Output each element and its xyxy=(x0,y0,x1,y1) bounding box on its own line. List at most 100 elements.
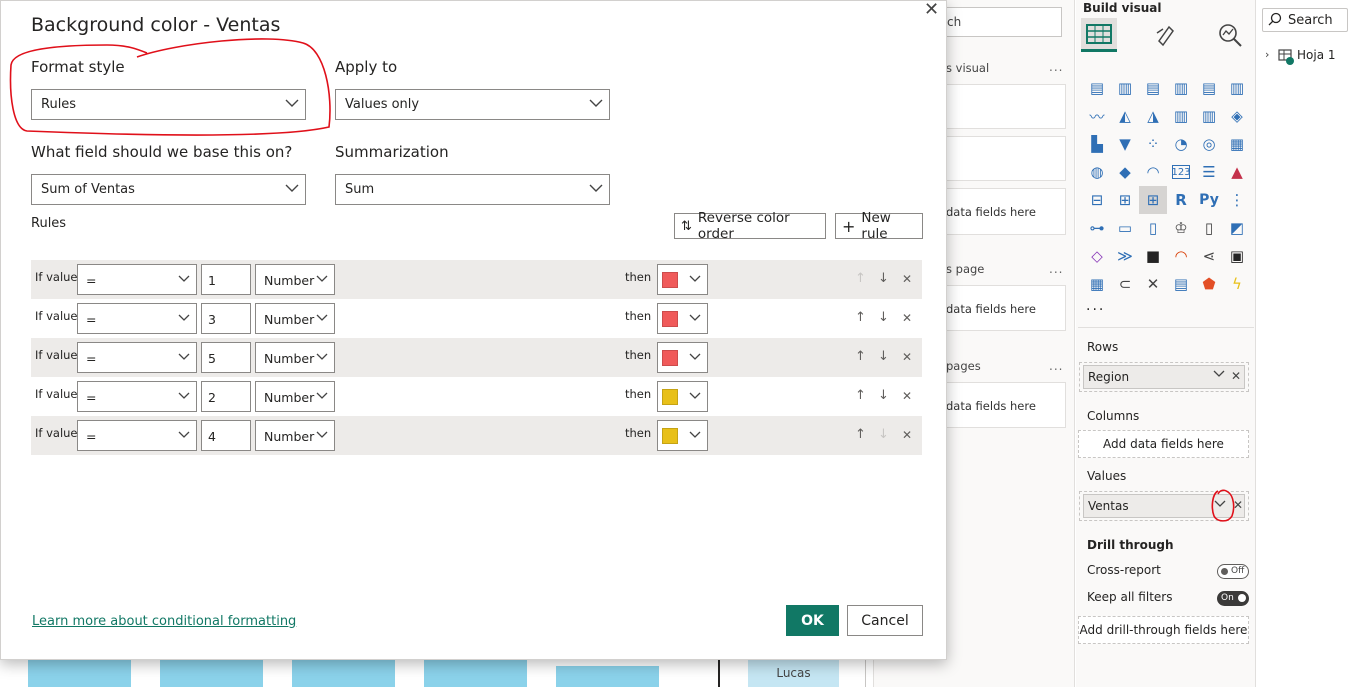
kpi-icon[interactable]: ▲ xyxy=(1223,158,1251,186)
delete-rule-icon[interactable]: ✕ xyxy=(902,272,912,286)
move-up-icon[interactable]: ↑ xyxy=(855,427,866,442)
table-icon[interactable]: ⊞ xyxy=(1111,186,1139,214)
metrics-icon[interactable]: ♔ xyxy=(1167,214,1195,242)
drill-through-well[interactable]: Add drill-through fields here xyxy=(1078,616,1249,644)
pie-chart-icon[interactable]: ◔ xyxy=(1167,130,1195,158)
rule-operator-dropdown[interactable]: = xyxy=(77,264,197,295)
power-automate-flow-icon[interactable]: ≫ xyxy=(1111,242,1139,270)
rule-operator-dropdown[interactable]: = xyxy=(77,303,197,334)
link-icon[interactable]: ⊂ xyxy=(1111,270,1139,298)
more-options-icon[interactable]: ... xyxy=(1049,262,1063,276)
power-apps-icon[interactable]: ◩ xyxy=(1223,214,1251,242)
rule-value-input[interactable]: 3 xyxy=(201,303,251,334)
tab-format-visual[interactable] xyxy=(1147,18,1183,52)
custom-gauge-icon[interactable]: ◠ xyxy=(1167,242,1195,270)
columns-well[interactable]: Add data fields here xyxy=(1078,430,1249,458)
rule-type-dropdown[interactable]: Number xyxy=(255,381,335,412)
cross-report-toggle[interactable]: Off xyxy=(1217,564,1249,579)
r-visual-icon[interactable]: R xyxy=(1167,186,1195,214)
learn-more-link[interactable]: Learn more about conditional formatting xyxy=(32,614,296,629)
100-bar-chart-icon[interactable]: ▤ xyxy=(1195,74,1223,102)
line-column-chart-icon[interactable]: ▥ xyxy=(1167,102,1195,130)
delete-rule-icon[interactable]: ✕ xyxy=(902,428,912,442)
more-visuals-icon[interactable]: ... xyxy=(1086,298,1105,314)
paginated-report-icon[interactable]: ▯ xyxy=(1195,214,1223,242)
ok-button[interactable]: OK xyxy=(786,605,839,636)
rule-type-dropdown[interactable]: Number xyxy=(255,303,335,334)
tab-build-visual[interactable] xyxy=(1081,18,1117,52)
python-visual-icon[interactable]: Py xyxy=(1195,186,1223,214)
move-down-icon[interactable]: ↓ xyxy=(878,271,889,286)
base-field-dropdown[interactable]: Sum of Ventas xyxy=(31,174,306,205)
filled-map-icon[interactable]: ◆ xyxy=(1111,158,1139,186)
rule-color-picker[interactable] xyxy=(657,264,708,295)
rule-color-picker[interactable] xyxy=(657,381,708,412)
multi-row-card-icon[interactable]: ☰ xyxy=(1195,158,1223,186)
rule-operator-dropdown[interactable]: = xyxy=(77,420,197,451)
scatter-chart-icon[interactable]: ⁘ xyxy=(1139,130,1167,158)
filters-search-input[interactable]: ch xyxy=(946,7,1062,37)
rule-value-input[interactable]: 4 xyxy=(201,420,251,451)
data-search-input[interactable]: Search xyxy=(1262,8,1348,32)
line-chart-icon[interactable]: 〰 xyxy=(1083,102,1111,130)
rule-type-dropdown[interactable]: Number xyxy=(255,420,335,451)
rule-color-picker[interactable] xyxy=(657,303,708,334)
funnel-chart-icon[interactable]: ▼ xyxy=(1111,130,1139,158)
card-icon[interactable]: 123 xyxy=(1171,165,1191,179)
move-up-icon[interactable]: ↑ xyxy=(855,271,866,286)
clustered-column-chart-icon[interactable]: ▥ xyxy=(1167,74,1195,102)
rule-color-picker[interactable] xyxy=(657,420,708,451)
cancel-button[interactable]: Cancel xyxy=(847,605,923,636)
summarization-dropdown[interactable]: Sum xyxy=(335,174,610,205)
rule-operator-dropdown[interactable]: = xyxy=(77,381,197,412)
map-icon[interactable]: ◍ xyxy=(1083,158,1111,186)
tools-icon[interactable]: ✕ xyxy=(1139,270,1167,298)
area-chart-icon[interactable]: ◭ xyxy=(1111,102,1139,130)
qa-icon[interactable]: ▭ xyxy=(1111,214,1139,242)
power-automate-icon[interactable]: ◇ xyxy=(1083,242,1111,270)
move-down-icon[interactable]: ↓ xyxy=(878,310,889,325)
stacked-area-chart-icon[interactable]: ◮ xyxy=(1139,102,1167,130)
smart-narrative-icon[interactable]: ▯ xyxy=(1139,214,1167,242)
rule-value-input[interactable]: 5 xyxy=(201,342,251,373)
rule-type-dropdown[interactable]: Number xyxy=(255,264,335,295)
share-network-icon[interactable]: ⋖ xyxy=(1195,242,1223,270)
custom-grid-icon[interactable]: ▤ xyxy=(1167,270,1195,298)
move-up-icon[interactable]: ↑ xyxy=(855,310,866,325)
move-down-icon[interactable]: ↓ xyxy=(878,349,889,364)
donut-chart-icon[interactable]: ◎ xyxy=(1195,130,1223,158)
stacked-column-chart-icon[interactable]: ▥ xyxy=(1111,74,1139,102)
matrix-icon[interactable]: ⊞ xyxy=(1139,186,1167,214)
more-options-icon[interactable]: ... xyxy=(1049,60,1063,74)
move-down-icon[interactable]: ↓ xyxy=(878,427,889,442)
rule-value-input[interactable]: 2 xyxy=(201,381,251,412)
pro-visual-icon[interactable]: ▣ xyxy=(1223,242,1251,270)
clustered-bar-chart-icon[interactable]: ▤ xyxy=(1139,74,1167,102)
gauge-icon[interactable]: ◠ xyxy=(1139,158,1167,186)
tab-analytics[interactable] xyxy=(1212,18,1248,52)
move-down-icon[interactable]: ↓ xyxy=(878,388,889,403)
reverse-color-order-button[interactable]: ⇅ Reverse color order xyxy=(674,210,826,242)
apply-to-dropdown[interactable]: Values only xyxy=(335,89,610,120)
chevron-down-icon[interactable] xyxy=(1213,369,1225,379)
key-influencers-icon[interactable]: ⋮ xyxy=(1223,186,1251,214)
close-icon[interactable]: ✕ xyxy=(924,0,939,20)
treemap-icon[interactable]: ▦ xyxy=(1223,130,1251,158)
ribbon-chart-icon[interactable]: ◈ xyxy=(1223,102,1251,130)
delete-rule-icon[interactable]: ✕ xyxy=(902,350,912,364)
delete-rule-icon[interactable]: ✕ xyxy=(902,311,912,325)
delete-rule-icon[interactable]: ✕ xyxy=(902,389,912,403)
html5-icon[interactable]: ⬟ xyxy=(1195,270,1223,298)
rule-value-input[interactable]: 1 xyxy=(201,264,251,295)
keep-all-filters-toggle[interactable]: On xyxy=(1217,591,1249,606)
custom-table-icon[interactable]: ▦ xyxy=(1083,270,1111,298)
waterfall-chart-icon[interactable]: ▙ xyxy=(1083,130,1111,158)
rule-type-dropdown[interactable]: Number xyxy=(255,342,335,373)
stacked-bar-chart-icon[interactable]: ▤ xyxy=(1083,74,1111,102)
rule-operator-dropdown[interactable]: = xyxy=(77,342,197,373)
100-column-chart-icon[interactable]: ▥ xyxy=(1223,74,1251,102)
table-node-hoja1[interactable]: › Hoja 1 xyxy=(1265,47,1351,65)
rule-color-picker[interactable] xyxy=(657,342,708,373)
move-up-icon[interactable]: ↑ xyxy=(855,349,866,364)
move-up-icon[interactable]: ↑ xyxy=(855,388,866,403)
